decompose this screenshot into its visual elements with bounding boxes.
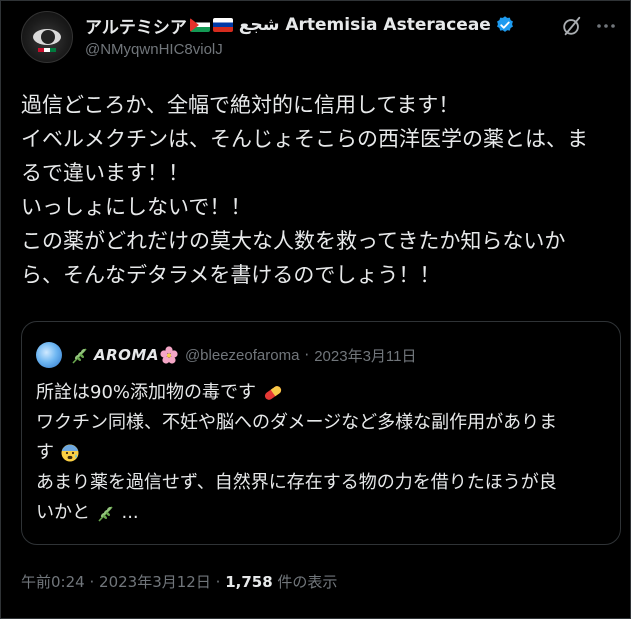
- quoted-tweet-date[interactable]: 2023年3月11日: [314, 345, 416, 366]
- grok-icon[interactable]: [561, 15, 583, 37]
- tweet-text-line: この薬がどれだけの莫大な人数を救ってきたか知らないか: [21, 229, 566, 253]
- tweet-footer: 午前0:24 · 2023年3月12日 · 1,758 件の表示: [21, 571, 337, 592]
- tweet-time[interactable]: 午前0:24: [21, 573, 85, 591]
- avatar-iris-shape: [41, 30, 55, 44]
- herb-leaf-icon: [98, 506, 113, 522]
- more-dots-glyph: [597, 24, 615, 28]
- tweet-text-line: いっしょにしないで！！: [21, 195, 252, 219]
- quoted-tweet[interactable]: AROMA @bleezeofaroma · 2023年3月11日 所詮は90%…: [21, 321, 621, 545]
- tweet-date[interactable]: 2023年3月12日: [99, 573, 211, 591]
- herb-leaf-icon: [72, 348, 87, 364]
- quoted-text-line-3: す: [36, 442, 54, 463]
- more-icon[interactable]: [595, 15, 617, 37]
- verified-badge-icon: [496, 16, 513, 32]
- tweet-text-line: るで違います！！: [21, 161, 189, 185]
- footer-separator: ·: [215, 573, 221, 591]
- quoted-author-handle[interactable]: @bleezeofaroma: [185, 347, 299, 364]
- author-handle[interactable]: @NMyqwnHIC8violJ: [85, 41, 223, 58]
- quoted-text-line-5-suffix: ...: [121, 502, 139, 523]
- tweet-text-line: 過信どころか、全幅で絶対的に信用してます！: [21, 93, 460, 117]
- quoted-text-line: ワクチン同様、不妊や脳へのダメージなど多様な副作用がありま: [36, 412, 558, 433]
- cherry-blossom-icon: [160, 346, 178, 364]
- quoted-text-line: す: [36, 438, 611, 468]
- author-avatar[interactable]: [21, 11, 73, 63]
- footer-separator: ·: [89, 573, 95, 591]
- tweet-text: 過信どころか、全幅で絶対的に信用してます！ イベルメクチンは、そんじょそこらの西…: [21, 88, 621, 292]
- palestine-flag-icon: [189, 18, 210, 32]
- views-count[interactable]: 1,758: [225, 573, 272, 591]
- quoted-text-line: あまり薬を過信せず、自然界に存在する物の力を借りたほうが良: [36, 472, 557, 493]
- quoted-meta-separator: ·: [304, 346, 310, 364]
- quoted-text-line-1: 所詮は90%添加物の毒です: [36, 382, 257, 403]
- author-name[interactable]: アルテミシア شجع Artemisia Asteraceae: [85, 12, 515, 38]
- author-name-suffix: شجع Artemisia Asteraceae: [238, 15, 491, 35]
- quoted-author-name[interactable]: AROMA: [94, 346, 159, 364]
- quoted-text-line: 所詮は90%添加物の毒です: [36, 378, 611, 408]
- anxious-face-icon: [61, 444, 79, 462]
- quoted-author-avatar[interactable]: [36, 342, 62, 368]
- quoted-text-line-5-prefix: いかと: [36, 502, 90, 523]
- quoted-tweet-text: 所詮は90%添加物の毒です ワクチン同様、不妊や脳へのダメージなど多様な副作用が…: [36, 378, 611, 528]
- tweet-text-line: イベルメクチンは、そんじょそこらの西洋医学の薬とは、ま: [21, 127, 588, 151]
- tweet-text-line: ら、そんなデタラメを書けるのでしょう！！: [21, 263, 441, 287]
- quoted-tweet-header: AROMA @bleezeofaroma · 2023年3月11日: [70, 342, 417, 368]
- avatar-flag-stripe: [38, 48, 56, 52]
- author-name-prefix: アルテミシア: [85, 17, 187, 38]
- quoted-text-line: いかと ...: [36, 498, 611, 528]
- views-label[interactable]: 件の表示: [277, 573, 337, 591]
- pill-icon: [264, 386, 281, 400]
- tweet-card[interactable]: アルテミシア شجع Artemisia Asteraceae @NMyqwnH…: [0, 0, 631, 619]
- russia-flag-icon: [212, 18, 233, 32]
